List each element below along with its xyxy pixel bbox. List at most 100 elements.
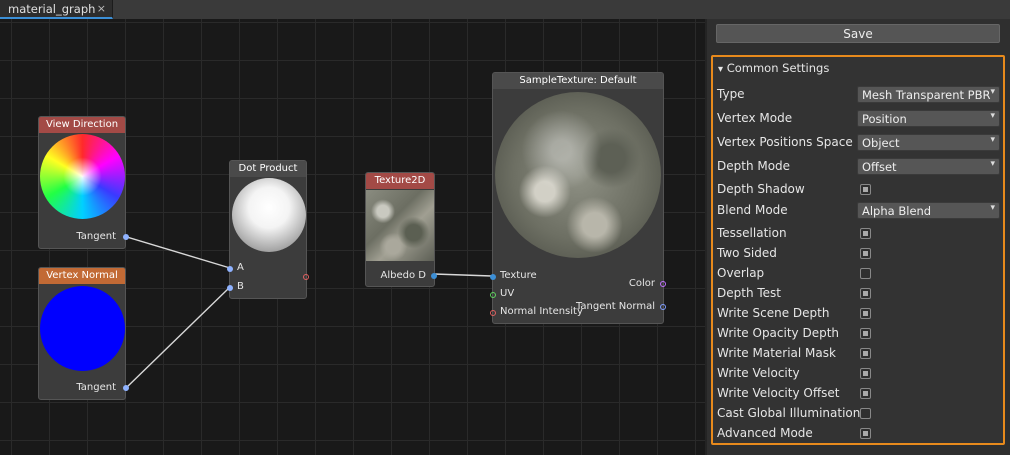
setting-label: Write Material Mask	[717, 346, 836, 360]
node-title: SampleTexture: Default	[493, 73, 663, 89]
output-port[interactable]	[431, 273, 437, 279]
chevron-down-icon: ▾	[990, 203, 995, 213]
setting-row: Advanced Mode	[717, 425, 1001, 443]
setting-label: Depth Mode	[717, 159, 791, 173]
setting-row: Vertex Positions Space Object ▾	[717, 134, 1001, 152]
dropdown-value: Object	[862, 136, 900, 150]
output-label-tangent-normal: Tangent Normal	[575, 301, 655, 312]
node-sample-texture[interactable]: SampleTexture: Default Texture UV Normal…	[490, 72, 666, 324]
common-settings-section: ▾ Common Settings Type Mesh Transparent P…	[711, 55, 1005, 445]
input-port-texture[interactable]	[490, 274, 496, 280]
close-icon[interactable]: ×	[97, 2, 106, 15]
setting-row: Depth Test	[717, 285, 1001, 303]
setting-checkbox[interactable]	[860, 268, 871, 279]
node-texture2d[interactable]: Texture2D Albedo D	[365, 172, 437, 287]
input-port-uv[interactable]	[490, 292, 496, 298]
setting-checkbox[interactable]	[860, 428, 871, 439]
setting-checkbox[interactable]	[860, 248, 871, 259]
chevron-down-icon: ▾	[990, 135, 995, 145]
setting-dropdown[interactable]: Position ▾	[857, 110, 1000, 127]
save-button[interactable]: Save	[716, 24, 1000, 43]
setting-row: Vertex Mode Position ▾	[717, 110, 1001, 128]
chevron-down-icon: ▾	[990, 159, 995, 169]
output-port-tangent-normal[interactable]	[660, 304, 666, 310]
setting-label: Tessellation	[717, 226, 787, 240]
setting-label: Write Opacity Depth	[717, 326, 840, 340]
input-port-b[interactable]	[227, 285, 233, 291]
node-vertex-normal[interactable]: Vertex Normal Tangent	[38, 267, 129, 400]
setting-label: Vertex Mode	[717, 111, 793, 125]
sample-texture-preview	[495, 92, 661, 258]
section-header[interactable]: ▾ Common Settings	[718, 61, 829, 75]
wire-albedo-to-texture	[433, 273, 493, 277]
node-title: Dot Product	[230, 161, 306, 177]
setting-checkbox[interactable]	[860, 348, 871, 359]
view-direction-preview	[40, 134, 125, 219]
dropdown-value: Alpha Blend	[862, 204, 932, 218]
setting-checkbox[interactable]	[860, 288, 871, 299]
input-label-a: A	[237, 262, 244, 273]
setting-row: Write Material Mask	[717, 345, 1001, 363]
setting-checkbox[interactable]	[860, 228, 871, 239]
setting-row: Write Velocity	[717, 365, 1001, 383]
setting-row: Depth Mode Offset ▾	[717, 158, 1001, 176]
tab-bar: material_graph ×	[0, 0, 1010, 20]
setting-checkbox[interactable]	[860, 368, 871, 379]
node-title: View Direction	[39, 117, 125, 133]
dropdown-value: Offset	[862, 160, 897, 174]
node-dot-product[interactable]: Dot Product A B	[227, 160, 309, 299]
node-view-direction[interactable]: View Direction Tangent	[38, 116, 129, 249]
setting-checkbox[interactable]	[860, 408, 871, 419]
setting-row: Depth Shadow	[717, 181, 1001, 199]
output-port[interactable]	[303, 274, 309, 280]
setting-dropdown[interactable]: Object ▾	[857, 134, 1000, 151]
collapse-arrow-icon: ▾	[718, 64, 724, 75]
setting-row: Type Mesh Transparent PBR ▾	[717, 86, 1001, 104]
output-label: Albedo D	[380, 270, 426, 281]
setting-checkbox[interactable]	[860, 308, 871, 319]
setting-row: Write Opacity Depth	[717, 325, 1001, 343]
output-label-color: Color	[628, 278, 655, 289]
tab-title: material_graph	[8, 2, 96, 16]
vertex-normal-preview	[40, 286, 125, 371]
setting-row: Tessellation	[717, 225, 1001, 243]
input-label-b: B	[237, 281, 244, 292]
setting-label: Write Scene Depth	[717, 306, 830, 320]
setting-row: Cast Global Illumination	[717, 405, 1001, 423]
setting-label: Type	[717, 87, 745, 101]
graph-canvas[interactable]: View Direction Tangent Vertex Normal Tan…	[0, 19, 705, 455]
setting-label: Depth Test	[717, 286, 781, 300]
setting-label: Two Sided	[717, 246, 777, 260]
setting-label: Write Velocity	[717, 366, 800, 380]
output-label: Tangent	[76, 231, 116, 242]
setting-checkbox[interactable]	[860, 388, 871, 399]
setting-dropdown[interactable]: Mesh Transparent PBR ▾	[857, 86, 1000, 103]
chevron-down-icon: ▾	[990, 111, 995, 121]
input-label-normal-intensity: Normal Intensity	[500, 306, 583, 317]
wire-view-direction-to-a	[126, 236, 231, 269]
dropdown-value: Mesh Transparent PBR	[862, 88, 991, 102]
setting-label: Vertex Positions Space	[717, 135, 853, 149]
input-label-uv: UV	[500, 288, 515, 299]
section-title: Common Settings	[726, 61, 830, 75]
input-port-normal-intensity[interactable]	[490, 310, 496, 316]
setting-checkbox[interactable]	[860, 184, 871, 195]
setting-label: Blend Mode	[717, 203, 788, 217]
setting-checkbox[interactable]	[860, 328, 871, 339]
setting-row: Blend Mode Alpha Blend ▾	[717, 202, 1001, 220]
output-port[interactable]	[123, 234, 129, 240]
setting-label: Overlap	[717, 266, 765, 280]
setting-row: Two Sided	[717, 245, 1001, 263]
output-label: Tangent	[76, 382, 116, 393]
input-label-texture: Texture	[500, 270, 537, 281]
output-port[interactable]	[123, 385, 129, 391]
setting-dropdown[interactable]: Alpha Blend ▾	[857, 202, 1000, 219]
tab-material-graph[interactable]: material_graph ×	[0, 0, 113, 19]
setting-dropdown[interactable]: Offset ▾	[857, 158, 1000, 175]
setting-row: Write Velocity Offset	[717, 385, 1001, 403]
node-title: Texture2D	[366, 173, 434, 189]
properties-panel: Save ▾ Common Settings Type Mesh Transpar…	[705, 19, 1010, 455]
input-port-a[interactable]	[227, 266, 233, 272]
output-port-color[interactable]	[660, 281, 666, 287]
dropdown-value: Position	[862, 112, 907, 126]
